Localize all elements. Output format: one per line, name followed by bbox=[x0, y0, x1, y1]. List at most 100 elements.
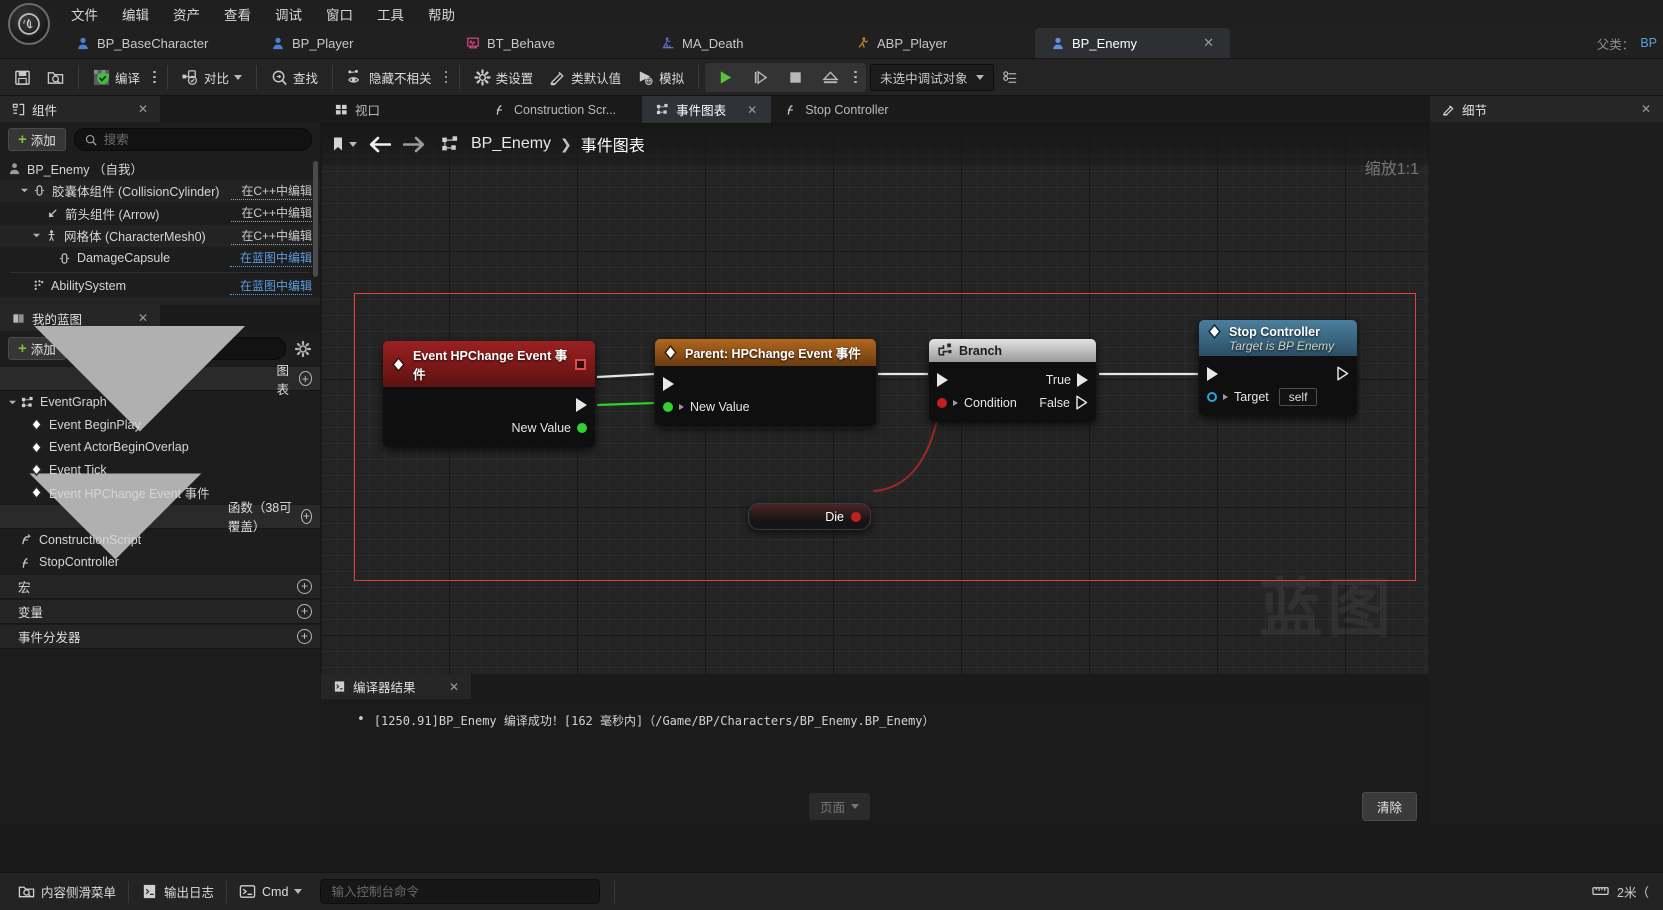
browse-button[interactable] bbox=[39, 63, 72, 92]
pin-exec-out[interactable] bbox=[576, 397, 595, 412]
hide-unrelated-button[interactable]: 隐藏不相关 bbox=[339, 63, 440, 92]
graph-canvas[interactable]: BP_Enemy ❯ 事件图表 缩放1:1 蓝图 Event HPChange … bbox=[321, 123, 1429, 674]
pin-exec-in[interactable] bbox=[929, 372, 948, 387]
close-icon[interactable]: ✕ bbox=[1187, 35, 1214, 51]
add-component-button[interactable]: + 添加 bbox=[8, 128, 66, 151]
menu-item-debug[interactable]: 调试 bbox=[264, 0, 313, 28]
breadcrumb-leaf[interactable]: 事件图表 bbox=[581, 132, 645, 156]
asset-tab-bp-player[interactable]: BP_Player bbox=[255, 28, 450, 58]
step-button[interactable] bbox=[744, 63, 777, 92]
node-parent-hpchange[interactable]: Parent: HPChange Event 事件 New Value bbox=[655, 339, 876, 426]
add-variable-button[interactable]: + bbox=[297, 603, 312, 619]
menu-item-window[interactable]: 窗口 bbox=[315, 0, 364, 28]
diff-button[interactable]: 对比 bbox=[174, 63, 250, 92]
log-entry[interactable]: • [1250.91]BP_Enemy 编译成功！[162 毫秒内]（/Game… bbox=[321, 699, 1429, 729]
content-drawer-button[interactable]: 内容侧滑菜单 bbox=[6, 878, 128, 906]
bool-pin-icon[interactable] bbox=[851, 511, 861, 522]
menu-item-asset[interactable]: 资产 bbox=[162, 0, 211, 28]
add-event-dispatcher-button[interactable]: + bbox=[297, 628, 312, 644]
tab-compiler-results[interactable]: 编译器结果 ✕ bbox=[321, 674, 471, 699]
tree-item-event-beginplay[interactable]: Event BeginPlay bbox=[0, 414, 320, 437]
add-macro-button[interactable]: + bbox=[297, 578, 312, 594]
pin-exec-true-out[interactable]: True bbox=[1046, 372, 1096, 387]
parent-class-value[interactable]: BP bbox=[1640, 36, 1657, 50]
tab-stop-controller[interactable]: Stop Controller bbox=[771, 96, 902, 123]
pin-condition-in[interactable]: Condition bbox=[929, 396, 1017, 410]
forward-arrow-icon[interactable] bbox=[403, 136, 425, 153]
menu-item-view[interactable]: 查看 bbox=[213, 0, 262, 28]
node-branch[interactable]: Branch True Condition False bbox=[929, 339, 1096, 422]
chevron-down-icon[interactable] bbox=[349, 141, 357, 147]
tree-row-collision-cylinder[interactable]: 胶囊体组件 (CollisionCylinder) 在C++中编辑 bbox=[0, 179, 320, 202]
tree-item-event-hpchange[interactable]: Event HPChange Event 事件 bbox=[0, 481, 320, 504]
tree-item-constructionscript[interactable]: ConstructionScript bbox=[0, 529, 320, 552]
stop-button[interactable] bbox=[779, 63, 812, 92]
compile-options-kebab[interactable] bbox=[148, 63, 161, 92]
pin-exec-in[interactable] bbox=[1199, 366, 1218, 381]
menu-item-file[interactable]: 文件 bbox=[60, 0, 109, 28]
components-search-box[interactable] bbox=[73, 128, 312, 151]
tree-item-stopcontroller[interactable]: StopController bbox=[0, 551, 320, 574]
eject-button[interactable] bbox=[814, 63, 847, 92]
node-stop-controller[interactable]: Stop Controller Target is BP Enemy Targe… bbox=[1199, 320, 1357, 416]
tree-item-event-tick[interactable]: Event Tick bbox=[0, 459, 320, 482]
console-command-input[interactable] bbox=[331, 884, 590, 899]
asset-tab-bp-basecharacter[interactable]: BP_BaseCharacter bbox=[60, 28, 255, 58]
twisty-expanded-icon[interactable] bbox=[32, 231, 41, 240]
close-icon[interactable]: ✕ bbox=[747, 103, 757, 117]
tab-details[interactable]: 细节 ✕ bbox=[1430, 96, 1663, 122]
close-icon[interactable]: ✕ bbox=[449, 680, 459, 694]
tab-event-graph[interactable]: 事件图表 ✕ bbox=[642, 96, 772, 123]
asset-tab-abp-player[interactable]: ABP_Player bbox=[840, 28, 1035, 58]
asset-tab-bt-behave[interactable]: BT_Behave bbox=[450, 28, 645, 58]
section-header-functions[interactable]: 函数（38可覆盖） + bbox=[0, 473, 320, 559]
console-command-box[interactable] bbox=[320, 879, 601, 904]
page-dropdown[interactable]: 页面 bbox=[809, 792, 871, 820]
tree-item-event-actorbeginoverlap[interactable]: Event ActorBeginOverlap bbox=[0, 436, 320, 459]
close-icon[interactable]: ✕ bbox=[138, 102, 148, 116]
tree-row-character-mesh[interactable]: 网格体 (CharacterMesh0) 在C++中编辑 bbox=[0, 224, 320, 247]
tab-viewport[interactable]: 视口 bbox=[321, 96, 394, 123]
node-variable-die[interactable]: Die bbox=[748, 503, 871, 530]
pin-new-value-in[interactable]: New Value bbox=[655, 400, 750, 414]
pin-target-in[interactable]: Target self bbox=[1199, 387, 1318, 406]
target-self-field[interactable]: self bbox=[1278, 387, 1318, 406]
compile-button[interactable]: 编译 bbox=[85, 63, 148, 92]
tree-row-arrow[interactable]: 箭头组件 (Arrow) 在C++中编辑 bbox=[0, 202, 320, 225]
cmd-mode-dropdown[interactable]: Cmd bbox=[227, 878, 314, 906]
pin-exec-false-out[interactable]: False bbox=[1039, 395, 1096, 410]
components-search-input[interactable] bbox=[103, 132, 301, 147]
tab-construction-script[interactable]: Construction Scr... bbox=[480, 96, 630, 123]
pin-exec-in[interactable] bbox=[655, 376, 674, 391]
back-arrow-icon[interactable] bbox=[369, 136, 391, 153]
close-icon[interactable]: ✕ bbox=[1641, 102, 1651, 116]
menu-item-help[interactable]: 帮助 bbox=[417, 0, 466, 28]
pin-exec-out[interactable] bbox=[1337, 366, 1357, 381]
pin-new-value-out[interactable]: New Value bbox=[511, 421, 595, 435]
add-function-button[interactable]: + bbox=[300, 508, 313, 524]
edit-in-blueprint-link[interactable]: 在蓝图中编辑 bbox=[229, 277, 312, 295]
unreal-engine-logo[interactable] bbox=[8, 3, 50, 45]
class-defaults-button[interactable]: 类默认值 bbox=[541, 63, 629, 92]
breadcrumb-root[interactable]: BP_Enemy bbox=[471, 135, 551, 153]
event-delegate-badge-icon[interactable] bbox=[575, 358, 586, 370]
edit-in-cpp-link[interactable]: 在C++中编辑 bbox=[231, 182, 312, 200]
edit-in-blueprint-link[interactable]: 在蓝图中编辑 bbox=[229, 249, 312, 268]
asset-tab-ma-death[interactable]: MA_Death bbox=[645, 28, 840, 58]
twisty-expanded-icon[interactable] bbox=[20, 186, 29, 195]
tree-row-damage-capsule[interactable]: DamageCapsule 在蓝图中编辑 bbox=[0, 247, 320, 270]
debug-object-select[interactable]: 未选中调试对象 bbox=[870, 63, 994, 91]
menu-item-tools[interactable]: 工具 bbox=[366, 0, 415, 28]
asset-tab-bp-enemy[interactable]: BP_Enemy ✕ bbox=[1035, 28, 1230, 58]
class-settings-button[interactable]: 类设置 bbox=[466, 63, 542, 92]
clear-button[interactable]: 清除 bbox=[1361, 791, 1417, 821]
twisty-expanded-icon[interactable] bbox=[8, 398, 17, 407]
node-event-hpchange[interactable]: Event HPChange Event 事件 New Value bbox=[383, 341, 595, 447]
status-right-info[interactable]: 2米（ bbox=[1592, 882, 1657, 901]
section-header-event-dispatchers[interactable]: 事件分发器 + bbox=[0, 623, 320, 649]
section-header-graphs[interactable]: 图表 + bbox=[0, 325, 320, 432]
tree-item-eventgraph[interactable]: EventGraph bbox=[0, 391, 320, 414]
find-button[interactable]: 查找 bbox=[263, 63, 326, 92]
gear-icon[interactable] bbox=[294, 340, 312, 358]
tree-row-ability-system[interactable]: AbilitySystem 在蓝图中编辑 bbox=[0, 275, 320, 298]
